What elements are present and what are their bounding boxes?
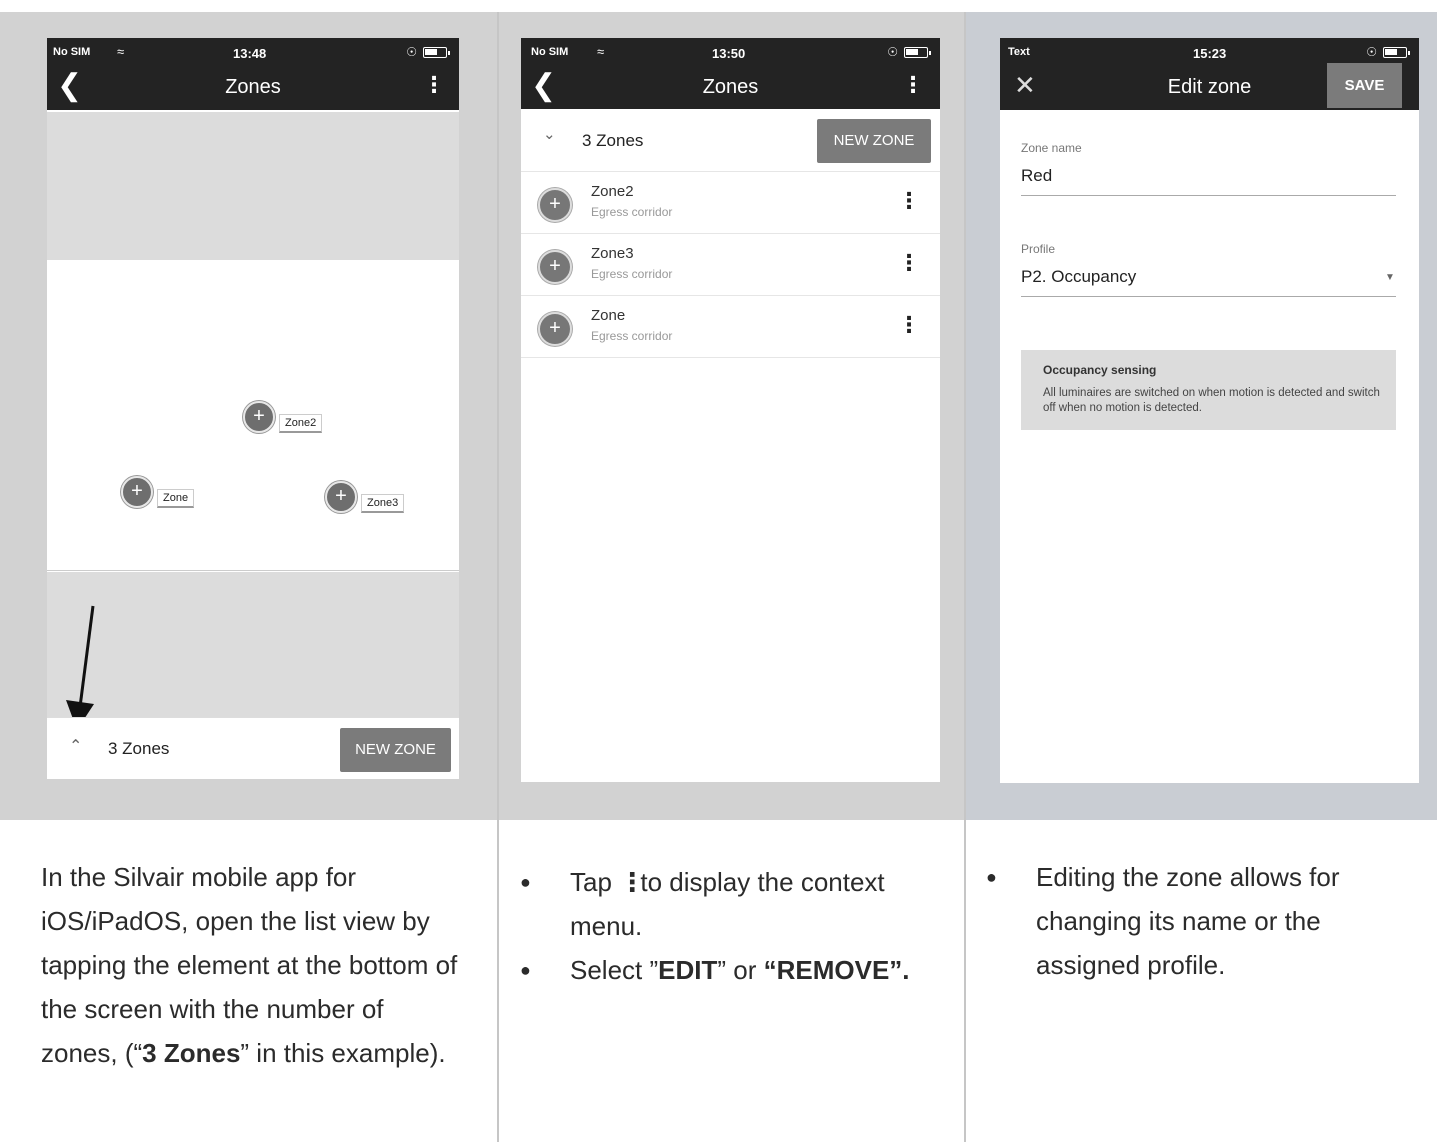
caption-text: Editing the zone allows for changing its… — [1036, 862, 1340, 980]
carrier-label: No SIM — [53, 46, 91, 58]
battery-icon — [423, 47, 450, 58]
zone-name-underline — [1021, 195, 1396, 196]
plus-icon: + — [325, 480, 357, 513]
zones-list-header[interactable]: ⌄ 3 Zones NEW ZONE — [521, 110, 940, 172]
zone-marker[interactable]: + Zone — [121, 475, 195, 508]
caption-text: Select ” — [570, 955, 659, 985]
plus-icon: + — [121, 475, 153, 508]
plus-icon: + — [243, 400, 275, 433]
info-text: All luminaires are switched on when moti… — [1043, 387, 1380, 414]
caption-bold: “REMOVE”. — [763, 955, 910, 985]
caption-bold: EDIT — [658, 955, 718, 985]
plus-icon: + — [538, 312, 572, 346]
chevron-down-icon[interactable]: ⌄ — [543, 125, 556, 143]
new-zone-button[interactable]: NEW ZONE — [817, 119, 931, 163]
map-background-bottom — [47, 572, 459, 717]
zone-name-field[interactable]: Red — [1021, 166, 1052, 186]
wifi-icon: ≈ — [117, 44, 125, 59]
plus-icon: + — [538, 188, 572, 222]
zone-marker-label: Zone2 — [279, 414, 323, 433]
zone-name-label: Zone name — [1021, 141, 1082, 155]
zone-list-item[interactable]: + Zone2 Egress corridor ⋮ — [521, 172, 940, 234]
zone-profile: Egress corridor — [591, 329, 673, 343]
caption-step-3: Editing the zone allows for changing its… — [986, 855, 1406, 987]
profile-select[interactable]: P2. Occupancy — [1021, 267, 1136, 287]
chevron-up-icon[interactable]: ⌃ — [69, 736, 82, 756]
zones-count-label[interactable]: 3 Zones — [582, 131, 643, 151]
dropdown-arrow-icon[interactable]: ▼ — [1385, 272, 1395, 283]
zone-profile: Egress corridor — [591, 267, 673, 281]
zones-count-label[interactable]: 3 Zones — [108, 739, 169, 759]
zone-name: Zone — [591, 307, 626, 324]
zone-marker-label: Zone3 — [361, 494, 405, 513]
caption-text: to display the context menu. — [570, 867, 885, 941]
zone-name: Zone3 — [591, 245, 634, 262]
zone-name: Zone2 — [591, 183, 634, 200]
zone-profile: Egress corridor — [591, 205, 673, 219]
zone-marker[interactable]: + Zone3 — [325, 480, 405, 513]
info-title: Occupancy sensing — [1043, 363, 1157, 377]
pointer-arrow-annotation — [66, 605, 95, 730]
map-background-top — [47, 112, 459, 260]
caption-text: ” or — [717, 955, 764, 985]
zone-list-item[interactable]: + Zone3 Egress corridor ⋮ — [521, 234, 940, 296]
battery-icon — [1383, 47, 1410, 58]
phone-screen-zones-list: No SIM ≈ 13:50 ☉ ❮ Zones ⋮ ⌄ 3 Zones NEW… — [521, 38, 940, 782]
caption-text: Tap — [570, 867, 612, 897]
more-options-icon[interactable]: ⋮ — [902, 74, 924, 96]
status-time: 15:23 — [1193, 46, 1227, 61]
rotation-lock-icon: ☉ — [887, 45, 898, 59]
plus-icon: + — [538, 250, 572, 284]
phone-screen-zones-map: No SIM ≈ 13:48 ☉ ❮ Zones ⋮ + Zone2 + Zon… — [47, 38, 459, 779]
profile-label: Profile — [1021, 242, 1056, 256]
app-bar: No SIM ≈ 13:48 ☉ ❮ Zones ⋮ — [47, 38, 459, 110]
caption-step-1: In the Silvair mobile app for iOS/iPadOS… — [41, 855, 461, 1075]
context-menu-icon[interactable]: ⋮ — [898, 190, 920, 212]
rotation-lock-icon: ☉ — [1366, 45, 1377, 59]
caption-bullet: Select ”EDIT” or “REMOVE”. — [520, 948, 950, 992]
vertical-dots-icon: ⋮ — [619, 867, 646, 897]
caption-text: ” in this example). — [240, 1038, 446, 1068]
status-time: 13:50 — [712, 46, 746, 61]
app-bar: No SIM ≈ 13:50 ☉ ❮ Zones ⋮ — [521, 38, 940, 109]
more-options-icon[interactable]: ⋮ — [423, 74, 445, 96]
zone-marker-label: Zone — [157, 489, 195, 508]
context-menu-icon[interactable]: ⋮ — [898, 252, 920, 274]
column-divider — [497, 12, 499, 1142]
caption-step-2: Tap ⋮ to display the context menu. Selec… — [520, 860, 950, 992]
context-menu-icon[interactable]: ⋮ — [898, 314, 920, 336]
new-zone-button[interactable]: NEW ZONE — [340, 728, 451, 772]
phone-screen-edit-zone: Text 15:23 ☉ ✕ Edit zone SAVE Zone name … — [1000, 38, 1419, 783]
profile-underline — [1021, 296, 1396, 297]
app-bar: Text 15:23 ☉ ✕ Edit zone SAVE — [1000, 38, 1419, 110]
carrier-label: No SIM — [531, 46, 569, 58]
battery-icon — [904, 47, 931, 58]
column-divider — [964, 12, 966, 1142]
screen-title: Zones — [225, 76, 281, 98]
caption-bullet: Tap ⋮ to display the context menu. — [520, 860, 950, 948]
rotation-lock-icon: ☉ — [406, 45, 417, 59]
carrier-label: Text — [1008, 46, 1030, 58]
caption-bold: 3 Zones — [142, 1038, 241, 1068]
zone-list-item[interactable]: + Zone Egress corridor ⋮ — [521, 296, 940, 358]
zones-bottom-sheet[interactable]: ⌃ 3 Zones NEW ZONE — [47, 717, 459, 779]
zone-marker[interactable]: + Zone2 — [243, 400, 323, 433]
caption-bullet: Editing the zone allows for changing its… — [986, 855, 1406, 987]
wifi-icon: ≈ — [597, 44, 605, 59]
save-button[interactable]: SAVE — [1327, 63, 1402, 108]
profile-info-box: Occupancy sensing All luminaires are swi… — [1021, 350, 1396, 430]
status-time: 13:48 — [233, 46, 267, 61]
screen-title: Zones — [702, 76, 759, 98]
